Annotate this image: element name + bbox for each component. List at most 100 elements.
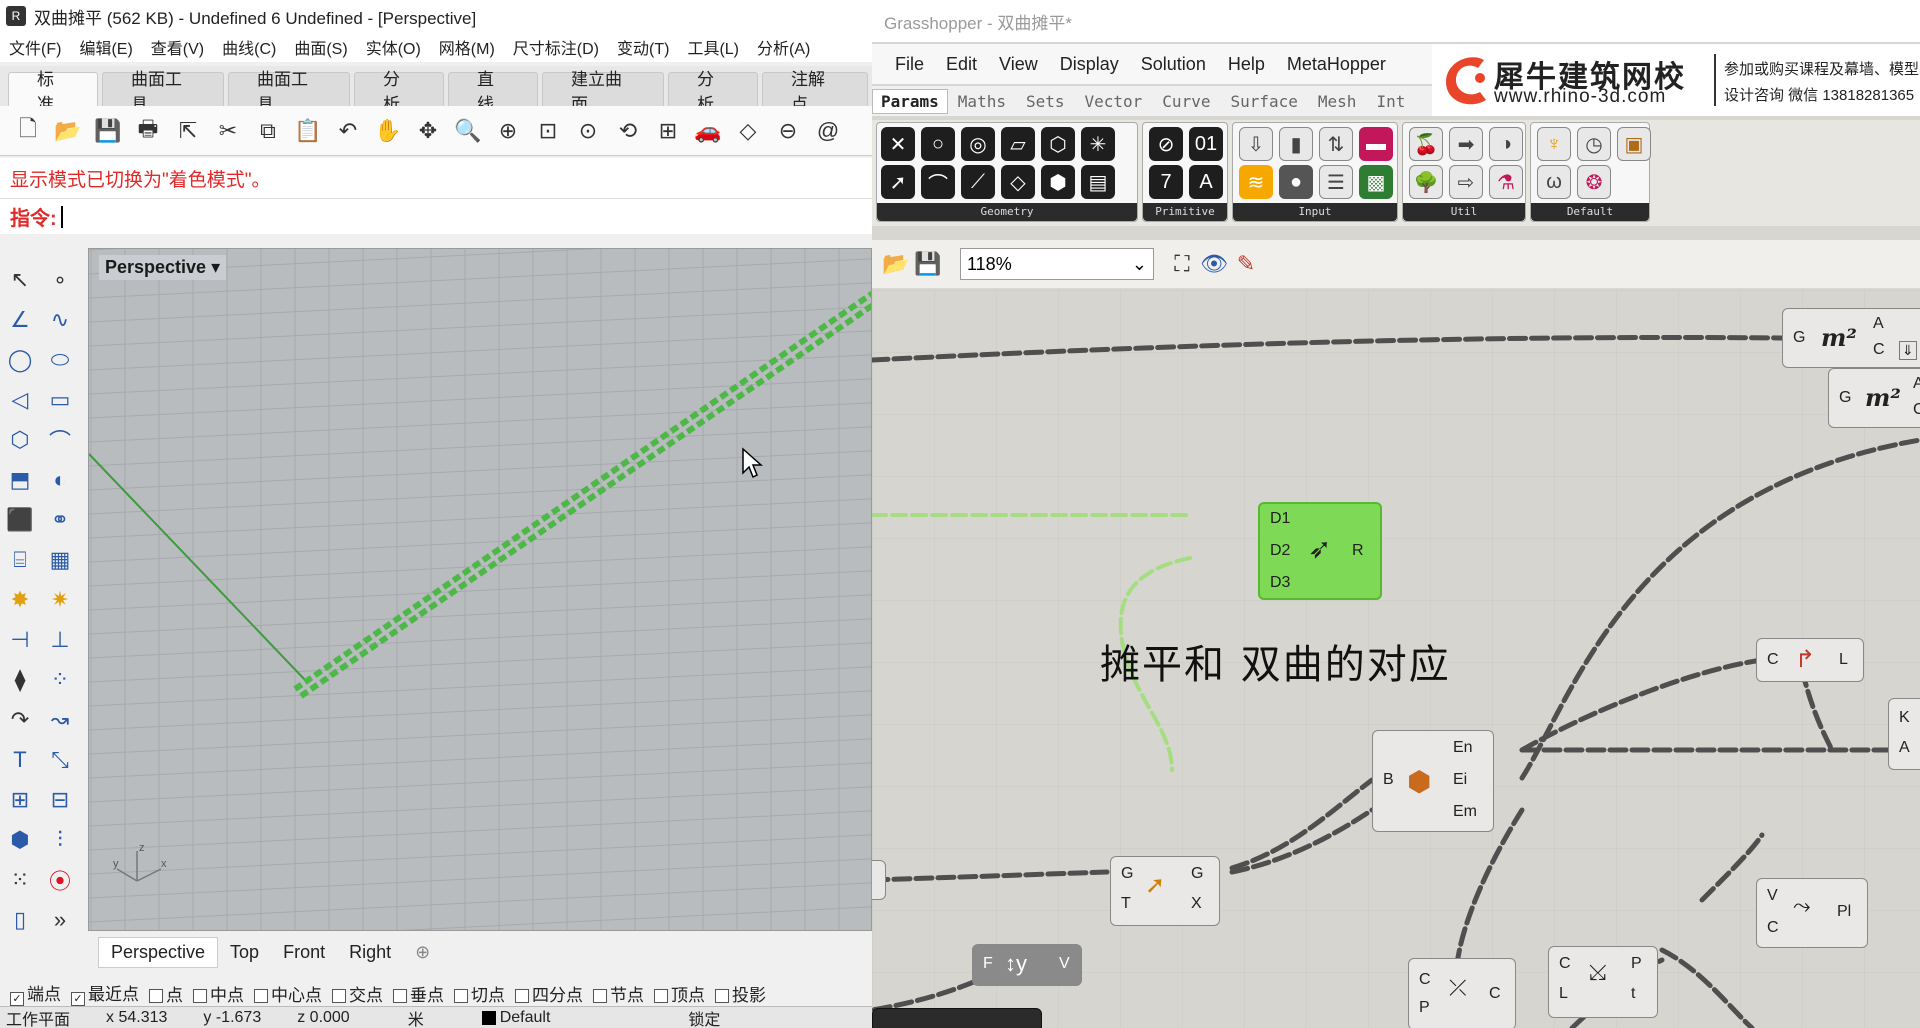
osnap-checkbox[interactable] xyxy=(193,988,207,1003)
osnap-4[interactable]: 中心点 xyxy=(254,981,322,1006)
flattened-strip[interactable] xyxy=(299,302,872,699)
input-graph-icon[interactable]: ≋ xyxy=(1239,165,1273,199)
analysis-icon[interactable]: ⫶ xyxy=(44,824,76,856)
flattened-strip[interactable] xyxy=(293,290,872,692)
menu-dimension[interactable]: 尺寸标注(D) xyxy=(504,35,608,59)
menu-surface[interactable]: 曲面(S) xyxy=(285,35,356,59)
osnap-checkbox[interactable] xyxy=(393,988,407,1003)
gh-menu-solution[interactable]: Solution xyxy=(1130,54,1217,75)
spiral-icon[interactable]: @ xyxy=(812,115,844,147)
circle-icon[interactable]: ◯ xyxy=(4,344,36,376)
more-tools-icon[interactable]: » xyxy=(44,904,76,936)
util-cherry-icon[interactable]: 🍒 xyxy=(1409,127,1443,161)
layer-icon[interactable]: ▯ xyxy=(4,904,36,936)
zoom-window-icon[interactable]: ⊕ xyxy=(492,115,524,147)
download-arrow-icon[interactable]: ⇓ xyxy=(1899,341,1917,360)
zoom-icon[interactable]: 🔍 xyxy=(452,115,484,147)
input-colour-icon[interactable]: ● xyxy=(1279,165,1313,199)
surface-edit-icon[interactable]: ◐ xyxy=(44,464,76,496)
add-viewport-icon[interactable]: ⊕ xyxy=(403,938,442,967)
gh-tab-int[interactable]: Int xyxy=(1366,92,1415,111)
param-brep-icon[interactable]: ⬡ xyxy=(1041,127,1075,161)
gh-eval-curve-component[interactable]: C L ⤩ P t xyxy=(1548,946,1658,1018)
gh-menu-metahopper[interactable]: MetaHopper xyxy=(1276,54,1397,75)
surface-icon[interactable]: ⬒ xyxy=(4,464,36,496)
viewport-dropdown-icon[interactable]: ▾ xyxy=(211,257,220,277)
export-icon[interactable]: ⇱ xyxy=(172,115,204,147)
trim-icon[interactable]: ↷ xyxy=(4,704,36,736)
menu-tools[interactable]: 工具(L) xyxy=(678,35,748,59)
menu-file[interactable]: 文件(F) xyxy=(0,35,70,59)
fillet-icon[interactable]: ⌒ xyxy=(44,424,76,456)
gh-curve-length-component[interactable]: C ↱ L xyxy=(1756,638,1864,682)
osnap-icon[interactable]: ⊖ xyxy=(772,115,804,147)
menu-edit[interactable]: 编辑(E) xyxy=(70,35,141,59)
osnap-7[interactable]: 切点 xyxy=(454,981,505,1006)
arc-icon[interactable]: ◁ xyxy=(4,384,36,416)
gh-menu-display[interactable]: Display xyxy=(1049,54,1130,75)
osnap-6[interactable]: 垂点 xyxy=(393,981,444,1006)
osnap-checkbox[interactable] xyxy=(254,988,268,1003)
input-gradient-icon[interactable]: ▬ xyxy=(1359,127,1393,161)
util-flask-icon[interactable]: ⚗ xyxy=(1489,165,1523,199)
array-icon[interactable]: ⁘ xyxy=(44,664,76,696)
status-lock[interactable]: 锁定 xyxy=(568,1006,738,1028)
input-list-icon[interactable]: ☰ xyxy=(1319,165,1353,199)
point-icon[interactable]: ∘ xyxy=(44,264,76,296)
render-icon[interactable]: ⦿ xyxy=(44,864,76,896)
viewport-tab-front[interactable]: Front xyxy=(271,938,337,967)
command-line[interactable]: 指令: xyxy=(0,198,872,234)
polygon-icon[interactable]: ⬡ xyxy=(4,424,36,456)
box-icon[interactable]: ⬛ xyxy=(4,504,36,536)
tab-surface-tools[interactable]: 曲面工具 xyxy=(102,70,224,114)
default-clock-icon[interactable]: ◷ xyxy=(1577,127,1611,161)
tab-analyze-2[interactable]: 分析 xyxy=(668,70,758,114)
zoom-extents-icon[interactable]: ⛶ xyxy=(1166,248,1198,280)
tab-surface-tools-2[interactable]: 曲面工具 xyxy=(228,70,350,114)
grid-plane-icon[interactable]: ◇ xyxy=(732,115,764,147)
tab-annotation[interactable]: 注解点 xyxy=(762,70,868,114)
tab-create-surface[interactable]: 建立曲面 xyxy=(542,70,664,114)
param-text-icon[interactable]: A xyxy=(1189,165,1223,199)
solid-tools-icon[interactable]: ⬢ xyxy=(4,824,36,856)
menu-analyze[interactable]: 分析(A) xyxy=(748,35,819,59)
default-figure-icon[interactable]: ♆ xyxy=(1537,127,1571,161)
param-curve-icon[interactable]: ◎ xyxy=(961,127,995,161)
gh-transform-component[interactable]: G T ➚ G X xyxy=(1110,856,1220,926)
util-arrow-icon[interactable]: ➡ xyxy=(1449,127,1483,161)
cut-icon[interactable]: ✂ xyxy=(212,115,244,147)
perspective-viewport[interactable]: Perspective ▾ y z x xyxy=(88,248,872,931)
gh-canvas[interactable]: G m² A C ⇓ G m² A C D1 D2 D3 ➶ R 摊平和 双曲的… xyxy=(872,290,1920,1028)
param-circle-icon[interactable]: ○ xyxy=(921,127,955,161)
osnap-8[interactable]: 四分点 xyxy=(515,981,583,1006)
gh-deconstruct-brep-component[interactable]: B ⬢ En Ei Em xyxy=(1372,730,1494,832)
select-arrow-icon[interactable]: ↖ xyxy=(4,264,36,296)
gh-tab-sets[interactable]: Sets xyxy=(1016,92,1075,111)
zoom-selected-icon[interactable]: ⊙ xyxy=(572,115,604,147)
input-button-icon[interactable]: ▮ xyxy=(1279,127,1313,161)
gh-ka-component[interactable]: K A xyxy=(1888,698,1920,770)
gh-closest-point-component[interactable]: C P ⤫ C xyxy=(1408,958,1516,1028)
osnap-0[interactable]: ✓ 端点 xyxy=(10,980,61,1006)
osnap-9[interactable]: 节点 xyxy=(593,981,644,1006)
ellipse-icon[interactable]: ⬭ xyxy=(44,344,76,376)
copy-icon[interactable]: ⧉ xyxy=(252,115,284,147)
gh-area-component-1[interactable]: G m² A C ⇓ xyxy=(1782,308,1920,368)
gh-tab-maths[interactable]: Maths xyxy=(948,92,1016,111)
param-arc-icon[interactable]: ⌒ xyxy=(921,165,955,199)
light-icon[interactable]: ✸ xyxy=(4,584,36,616)
mesh-icon[interactable]: ▦ xyxy=(44,544,76,576)
osnap-checkbox[interactable] xyxy=(332,988,346,1003)
util-cluster-icon[interactable]: ◑ xyxy=(1489,127,1523,161)
tab-line[interactable]: 直线 xyxy=(448,70,538,114)
gh-open-icon[interactable]: 📂 xyxy=(880,248,912,280)
open-folder-icon[interactable]: 📂 xyxy=(52,115,84,147)
gh-menu-edit[interactable]: Edit xyxy=(935,54,988,75)
cylinder-icon[interactable]: ⌸ xyxy=(4,544,36,576)
car-render-icon[interactable]: 🚗 xyxy=(692,115,724,147)
default-sphere-icon[interactable]: ❂ xyxy=(1577,165,1611,199)
osnap-checkbox[interactable] xyxy=(515,988,529,1003)
gh-tab-params[interactable]: Params xyxy=(872,88,948,114)
rectangle-icon[interactable]: ▭ xyxy=(44,384,76,416)
boolean-icon[interactable]: ⚭ xyxy=(44,504,76,536)
